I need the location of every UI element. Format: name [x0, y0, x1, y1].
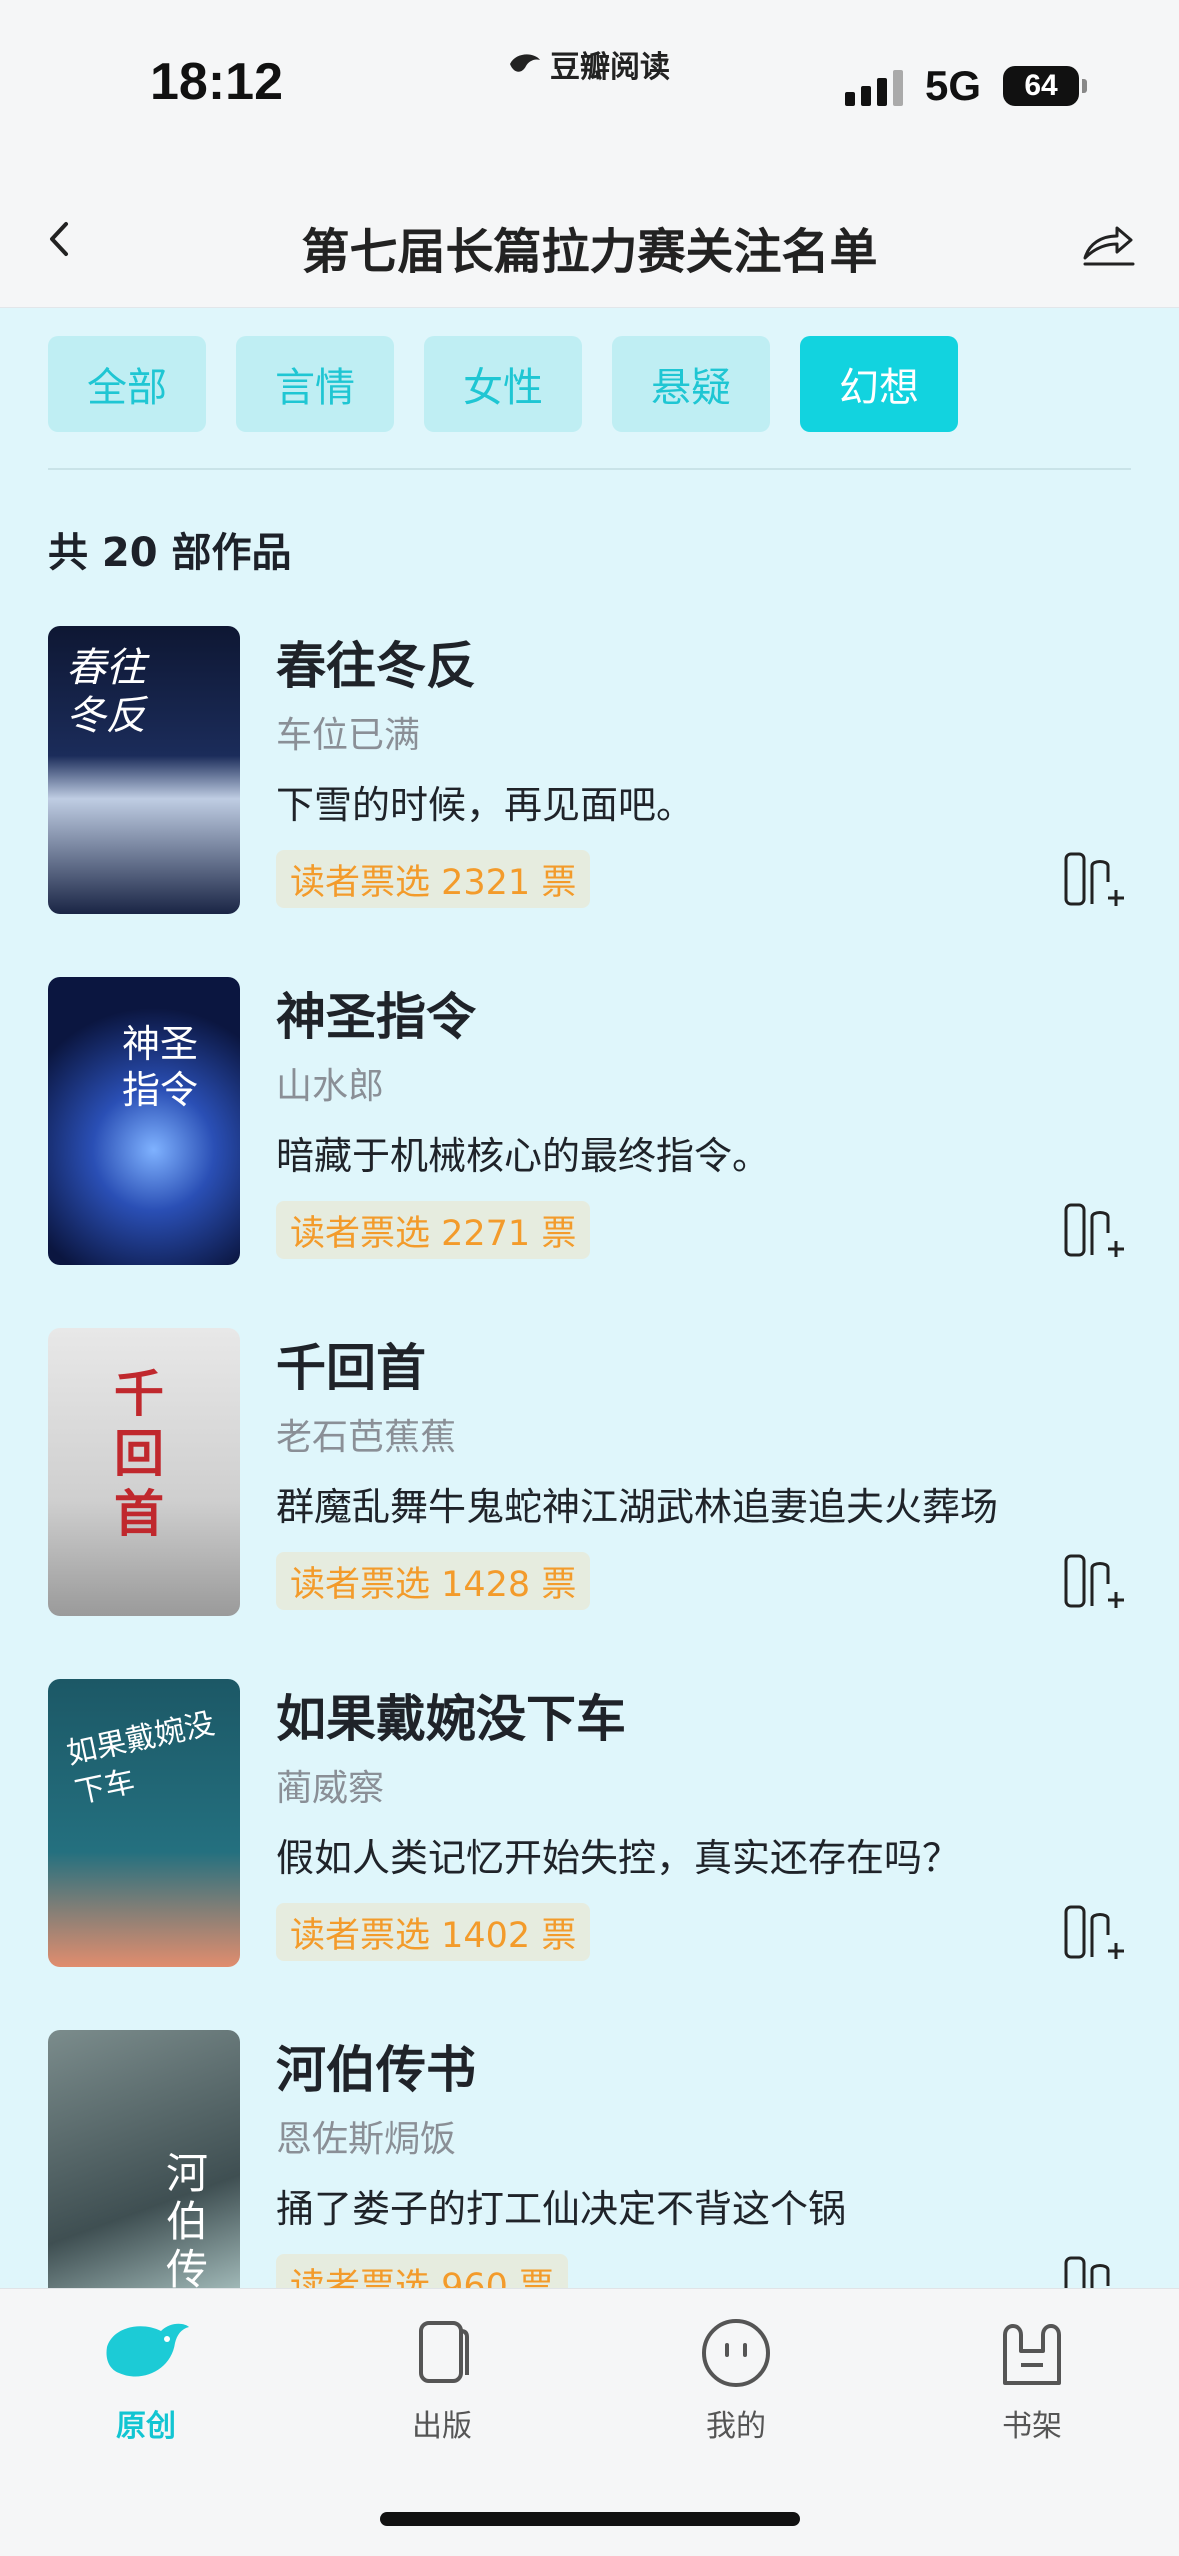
vote-badge: 读者票选 1428 票 — [276, 1552, 591, 1610]
filter-female[interactable]: 女性 — [424, 336, 582, 432]
home-indicator[interactable] — [380, 2512, 800, 2526]
list-item[interactable]: 如果戴婉没下车 如果戴婉没下车 蔺威察 假如人类记忆开始失控，真实还存在吗？ 读… — [0, 1677, 1179, 2028]
add-to-shelf-icon[interactable] — [1062, 1552, 1128, 1614]
nav-bar: 第七届长篇拉力赛关注名单 — [0, 170, 1179, 308]
cover-title: 神圣指令 — [121, 1022, 198, 1112]
status-app-indicator: 豆瓣阅读 — [508, 42, 670, 86]
status-bar: 18:12 豆瓣阅读 5G 64 — [0, 0, 1179, 170]
book-title: 千回首 — [276, 1339, 426, 1397]
book-cover[interactable]: 千回首 — [48, 1328, 240, 1616]
tab-mine[interactable]: 我的 — [636, 2313, 836, 2445]
book-title: 河伯传书 — [276, 2041, 476, 2099]
page-title: 第七届长篇拉力赛关注名单 — [301, 224, 878, 280]
cover-title: 千回首 — [114, 1364, 164, 1543]
book-description: 捅了娄子的打工仙决定不背这个锅 — [276, 2187, 847, 2231]
shelf-icon — [1003, 2324, 1061, 2385]
book-author: 蔺威察 — [276, 1768, 385, 1809]
divider — [48, 468, 1131, 470]
book-description: 下雪的时候，再见面吧。 — [276, 783, 695, 827]
battery-level: 64 — [1024, 69, 1058, 102]
signal-icon — [844, 66, 903, 106]
list-item[interactable]: 春往冬反 春往冬反 车位已满 下雪的时候，再见面吧。 读者票选 2321 票 — [0, 624, 1179, 975]
filter-all[interactable]: 全部 — [48, 336, 206, 432]
add-to-shelf-icon[interactable] — [1062, 1201, 1128, 1263]
share-icon[interactable] — [1079, 210, 1139, 270]
filter-fantasy[interactable]: 幻想 — [800, 336, 958, 432]
status-indicators: 5G 64 — [844, 62, 1087, 110]
status-app-name: 豆瓣阅读 — [550, 50, 670, 85]
add-to-shelf-icon[interactable] — [1062, 850, 1128, 912]
face-icon — [702, 2319, 770, 2387]
vote-badge: 读者票选 2271 票 — [276, 1201, 591, 1259]
tab-label: 书架 — [1002, 2409, 1062, 2444]
douban-read-logo-icon — [510, 54, 540, 72]
book-cover[interactable]: 如果戴婉没下车 — [48, 1679, 240, 1967]
vote-badge: 读者票选 2321 票 — [276, 850, 591, 908]
book-description: 假如人类记忆开始失控，真实还存在吗？ — [276, 1836, 961, 1880]
filter-mystery[interactable]: 悬疑 — [612, 336, 770, 432]
book-title: 神圣指令 — [276, 988, 476, 1046]
book-author: 恩佐斯焗饭 — [276, 2119, 457, 2160]
cover-title: 如果戴婉没下车 — [63, 1706, 218, 1811]
tab-label: 出版 — [412, 2409, 472, 2444]
filter-romance[interactable]: 言情 — [236, 336, 394, 432]
book-cover[interactable]: 春往冬反 — [48, 626, 240, 914]
add-to-shelf-icon[interactable] — [1062, 1903, 1128, 1965]
bird-icon — [106, 2323, 189, 2377]
book-title: 如果戴婉没下车 — [276, 1690, 626, 1748]
list-item[interactable]: 神圣指令 神圣指令 山水郎 暗藏于机械核心的最终指令。 读者票选 2271 票 — [0, 975, 1179, 1326]
tab-label: 原创 — [116, 2409, 176, 2444]
tab-label: 我的 — [706, 2409, 766, 2444]
book-list: 春往冬反 春往冬反 车位已满 下雪的时候，再见面吧。 读者票选 2321 票 神… — [0, 624, 1179, 2379]
list-item[interactable]: 千回首 千回首 老石芭蕉蕉 群魔乱舞牛鬼蛇神江湖武林追妻追夫火葬场 读者票选 1… — [0, 1326, 1179, 1677]
cover-title: 春往冬反 — [66, 645, 146, 739]
book-icon — [419, 2321, 469, 2383]
book-author: 车位已满 — [276, 715, 421, 756]
book-cover[interactable]: 神圣指令 — [48, 977, 240, 1265]
network-type: 5G — [924, 62, 981, 109]
book-description: 群魔乱舞牛鬼蛇神江湖武林追妻追夫火葬场 — [276, 1485, 999, 1529]
status-time: 18:12 — [150, 53, 283, 111]
book-author: 山水郎 — [276, 1066, 385, 1107]
book-title: 春往冬反 — [276, 637, 476, 695]
works-count: 共 20 部作品 — [48, 530, 292, 576]
battery-icon: 64 — [1003, 66, 1087, 106]
tab-original[interactable]: 原创 — [46, 2313, 246, 2445]
tab-shelf[interactable]: 书架 — [932, 2313, 1132, 2445]
book-description: 暗藏于机械核心的最终指令。 — [276, 1134, 771, 1178]
vote-badge: 读者票选 1402 票 — [276, 1903, 591, 1961]
tab-publish[interactable]: 出版 — [342, 2313, 542, 2445]
book-cover[interactable]: 河伯传书 — [48, 2030, 240, 2318]
book-author: 老石芭蕉蕉 — [276, 1417, 457, 1458]
category-filters: 全部 言情 女性 悬疑 幻想 — [48, 336, 958, 432]
